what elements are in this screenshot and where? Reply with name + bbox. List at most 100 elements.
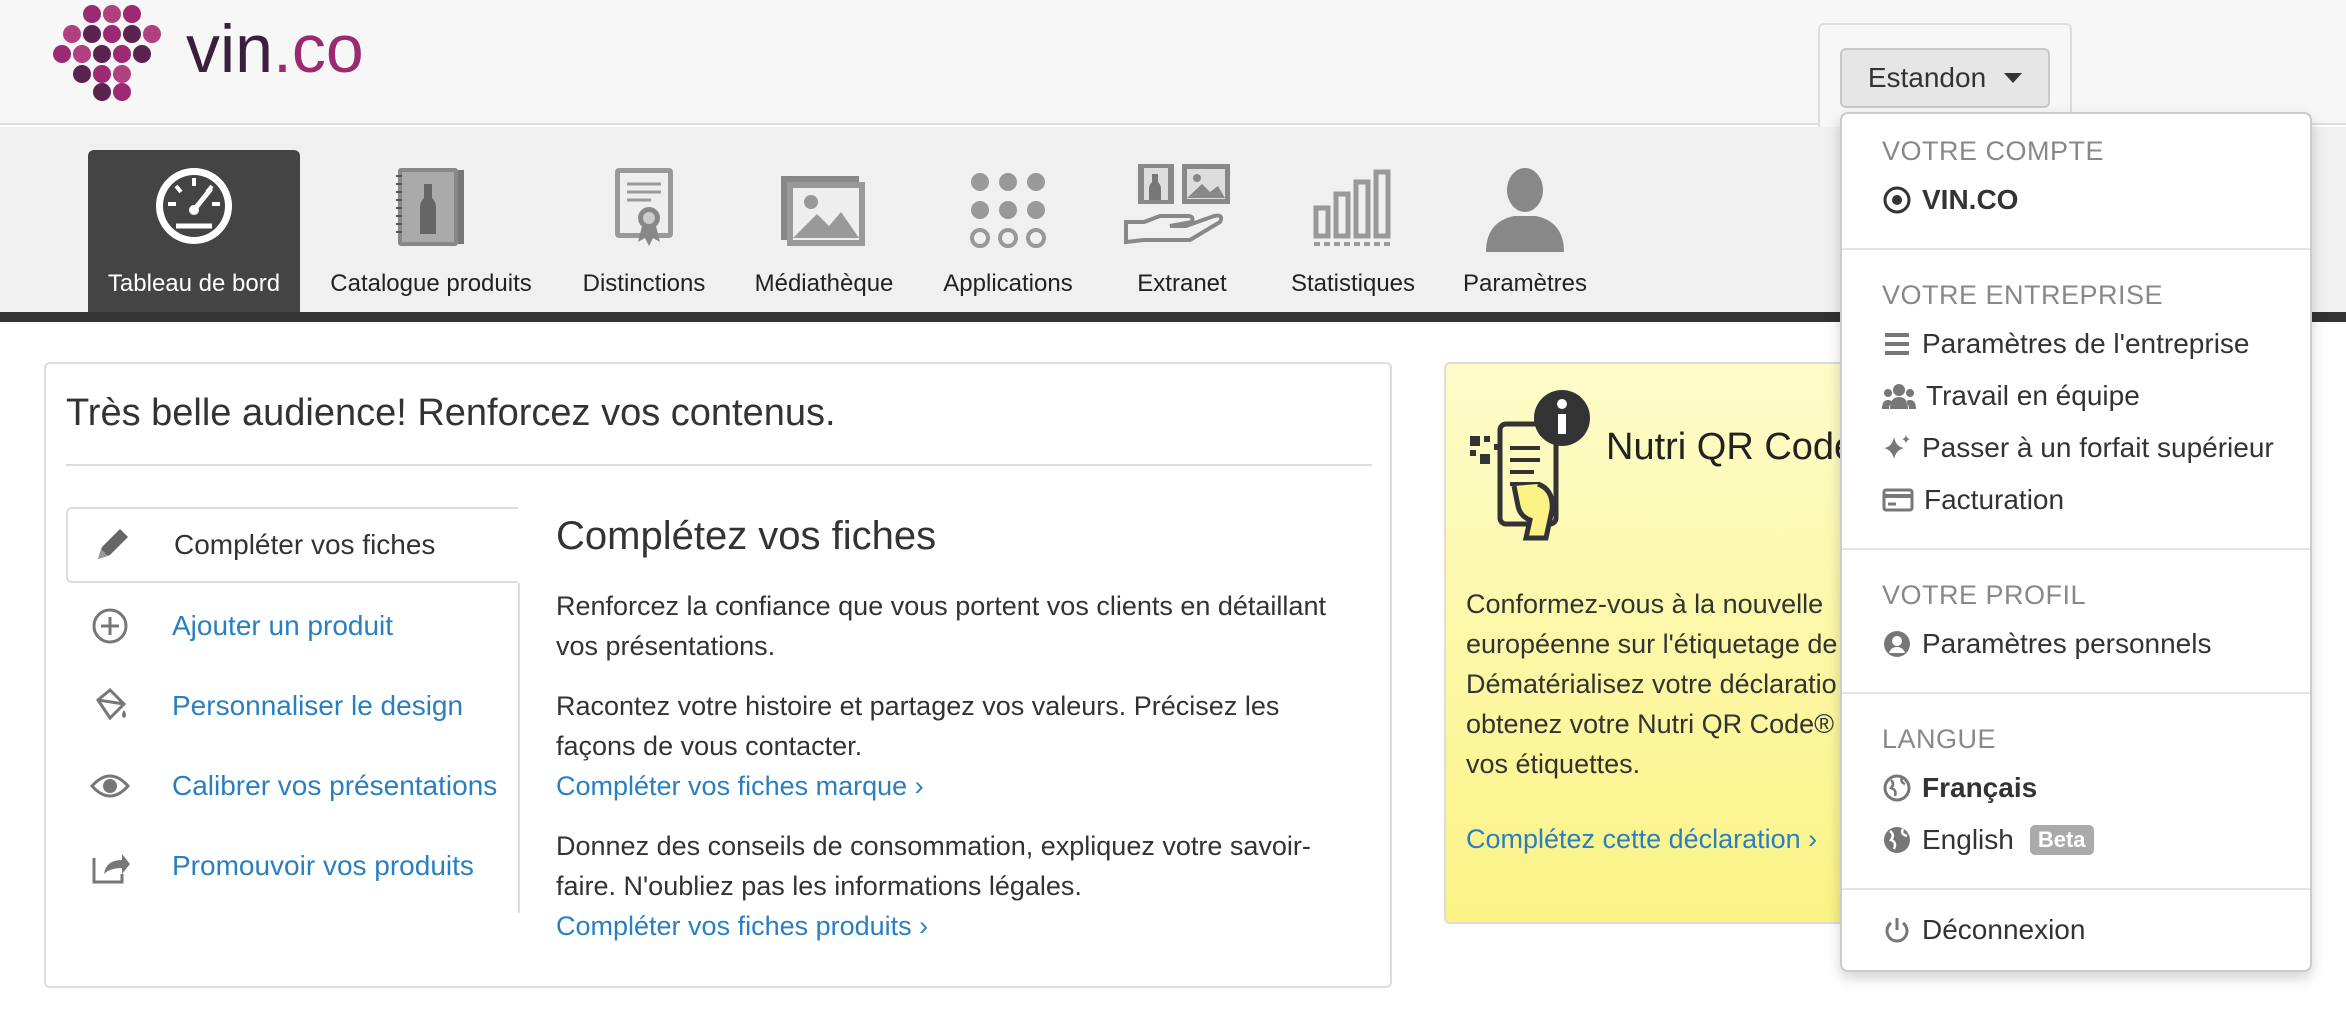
pencil-icon [98, 529, 128, 559]
side-item-ajouter-produit[interactable]: Ajouter un produit [66, 596, 516, 656]
card-text-line: obtenez votre Nutri QR Code® [1466, 709, 1835, 739]
certificate-icon [615, 168, 673, 246]
divider [66, 464, 1372, 466]
side-item-label: Promouvoir vos produits [172, 850, 474, 881]
eye-icon [90, 774, 130, 798]
nutri-qr-card: Nutri QR Code Conformez-vous à la nouvel… [1444, 362, 1864, 924]
side-item-label: Personnaliser le design [172, 690, 464, 721]
content-paragraph-1: Renforcez la confiance que vous portent … [556, 591, 1326, 661]
card-text-line: Dématérialisez votre déclaratio [1466, 669, 1837, 699]
extranet-icon [1124, 164, 1230, 245]
menu-item-travail-equipe[interactable]: Travail en équipe [1882, 380, 2140, 412]
nav-label: Catalogue produits [330, 270, 532, 297]
menu-item-parametres-personnels[interactable]: Paramètres personnels [1882, 628, 2211, 660]
menu-item-francais[interactable]: Français [1882, 772, 2037, 804]
radio-selected-icon [1883, 186, 1911, 214]
card-text: Conformez-vous à la nouvelle européenne … [1466, 584, 1862, 784]
nav-parametres[interactable]: Paramètres [1450, 150, 1600, 312]
menu-divider [1842, 248, 2310, 250]
page: vin.co Estandon Tableau de bord Catalogu… [0, 0, 2346, 1036]
content-heading: Complétez vos fiches [556, 514, 937, 558]
audience-panel: Très belle audience! Renforcez vos conte… [44, 362, 1392, 988]
stats-icon [1313, 169, 1394, 246]
menu-item-label: Français [1922, 772, 2038, 803]
card-text-line: Conformez-vous à la nouvelle [1466, 589, 1824, 619]
side-item-label: Calibrer vos présentations [172, 770, 498, 801]
paint-bucket-icon [96, 687, 127, 721]
credit-card-icon [1882, 488, 1914, 512]
menu-item-label: VIN.CO [1922, 184, 2019, 215]
plus-circle-icon [92, 608, 128, 644]
menu-item-label: Déconnexion [1922, 914, 2086, 945]
grapes-logo-icon [53, 5, 161, 101]
nav-label: Distinctions [582, 270, 706, 297]
completer-fiches-marque-link[interactable]: Compléter vos fiches marque › [556, 766, 1356, 806]
section-header-entreprise: VOTRE ENTREPRISE [1882, 280, 2164, 310]
menu-item-parametres-entreprise[interactable]: Paramètres de l'entreprise [1882, 328, 2250, 360]
card-title: Nutri QR Code [1606, 426, 1856, 468]
nav-label: Applications [943, 270, 1073, 297]
nav-applications[interactable]: Applications [920, 150, 1096, 312]
side-item-label: Compléter vos fiches [174, 529, 436, 560]
sparkle-icon [1884, 435, 1910, 459]
account-dropdown-menu: VOTRE COMPTE VIN.CO VOTRE ENTREPRISE Par… [1840, 112, 2312, 972]
completer-fiches-produits-link[interactable]: Compléter vos fiches produits › [556, 906, 1356, 946]
menu-item-vinco[interactable]: VIN.CO [1882, 184, 2018, 216]
card-text-line: européenne sur l'étiquetage de [1466, 629, 1838, 659]
nav-label: Statistiques [1290, 270, 1416, 297]
share-icon [92, 854, 130, 884]
section-header-langue: LANGUE [1882, 724, 1997, 754]
nav-statistiques[interactable]: Statistiques [1272, 150, 1434, 312]
completez-declaration-link[interactable]: Complétez cette déclaration › [1466, 824, 1817, 855]
user-icon [1486, 168, 1564, 252]
globe-icon [1884, 827, 1910, 853]
account-name: Estandon [1867, 62, 1987, 93]
nutri-qr-icon [1470, 390, 1590, 541]
menu-item-label: Facturation [1924, 484, 2065, 515]
section-header-profil: VOTRE PROFIL [1882, 580, 2087, 610]
menu-item-label: Paramètres personnels [1922, 628, 2212, 659]
nav-tableau-de-bord[interactable]: Tableau de bord [88, 150, 300, 312]
beta-badge: Beta [2029, 825, 2094, 855]
menu-item-label: Paramètres de l'entreprise [1922, 328, 2250, 359]
side-item-completer-fiches[interactable]: Compléter vos fiches [66, 507, 518, 583]
nav-label: Médiathèque [754, 270, 894, 297]
side-border [518, 583, 520, 913]
dashboard-icon [156, 168, 232, 244]
section-header-compte: VOTRE COMPTE [1882, 136, 2105, 166]
nav-label: Extranet [1137, 270, 1227, 297]
content-paragraph-3: Donnez des conseils de consommation, exp… [556, 831, 1311, 901]
content-paragraph-2: Racontez votre histoire et partagez vos … [556, 691, 1280, 761]
nav-label: Paramètres [1462, 270, 1588, 297]
menu-divider [1842, 548, 2310, 550]
menu-divider [1842, 692, 2310, 694]
nav-mediatheque[interactable]: Médiathèque [744, 150, 904, 312]
power-icon [1885, 918, 1909, 943]
menu-item-label: Passer à un forfait supérieur [1922, 432, 2274, 463]
menu-item-english[interactable]: English Beta [1882, 824, 2094, 856]
side-item-personnaliser-design[interactable]: Personnaliser le design [66, 676, 516, 736]
nav-label: Tableau de bord [107, 270, 281, 297]
menu-item-label: Travail en équipe [1926, 380, 2140, 411]
menu-item-deconnexion[interactable]: Déconnexion [1882, 914, 2085, 946]
account-dropdown-button[interactable]: Estandon [1840, 48, 2050, 108]
logo-text: vin.co [186, 11, 364, 87]
menu-divider [1842, 888, 2310, 890]
nav-distinctions[interactable]: Distinctions [562, 150, 726, 312]
nav-extranet[interactable]: Extranet [1112, 150, 1252, 312]
menu-item-facturation[interactable]: Facturation [1882, 484, 2064, 516]
menu-item-forfait-superieur[interactable]: Passer à un forfait supérieur [1882, 432, 2274, 464]
nav-catalogue-produits[interactable]: Catalogue produits [316, 150, 546, 312]
globe-icon [1883, 774, 1911, 802]
side-item-promouvoir-produits[interactable]: Promouvoir vos produits [66, 836, 516, 896]
catalog-icon [396, 168, 464, 246]
card-text-line: vos étiquettes. [1466, 749, 1641, 779]
apps-grid-icon [970, 173, 1046, 248]
user-circle-icon [1884, 631, 1910, 657]
list-icon [1885, 333, 1909, 355]
side-item-calibrer-presentations[interactable]: Calibrer vos présentations [66, 756, 516, 816]
logo[interactable]: vin.co [52, 2, 402, 102]
caret-down-icon [2004, 73, 2023, 83]
team-icon [1882, 384, 1916, 409]
image-icon [781, 176, 865, 246]
